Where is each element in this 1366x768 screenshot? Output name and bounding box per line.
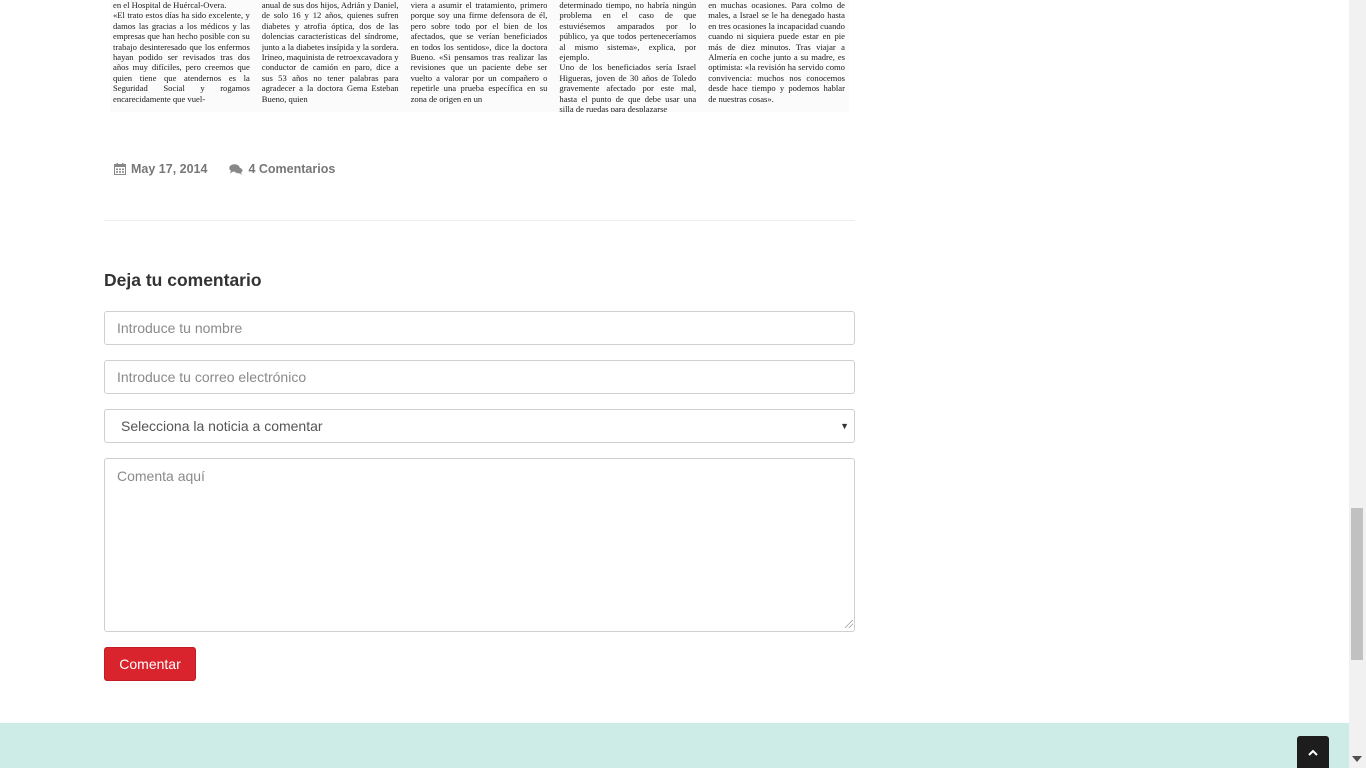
clipping-column: en muchas ocasiones. Para colmo de males…: [708, 0, 845, 104]
caret-down-icon: ▼: [840, 421, 849, 431]
divider: [104, 220, 855, 221]
clipping-column: viera a asumir el tratamiento, primero p…: [410, 0, 548, 104]
chevron-up-icon: [1308, 743, 1318, 761]
footer: [0, 723, 1349, 768]
back-to-top-button[interactable]: [1297, 736, 1329, 768]
clipping-column: anual de sus dos hijos, Adrián y Daniel,…: [261, 0, 399, 104]
news-select-value: Selecciona la noticia a comentar: [121, 418, 323, 434]
comment-textarea[interactable]: [104, 458, 855, 632]
comment-form-title: Deja tu comentario: [104, 270, 262, 290]
newspaper-clipping-image: en el Hospital de Huércal-Overa. «El tra…: [110, 0, 849, 112]
clipping-column: en el Hospital de Huércal-Overa. «El tra…: [113, 0, 250, 104]
news-select[interactable]: Selecciona la noticia a comentar ▼: [104, 409, 855, 443]
email-input[interactable]: [104, 360, 855, 394]
comments-link[interactable]: 4 Comentarios: [229, 162, 335, 176]
comments-icon: [229, 163, 243, 175]
post-date: May 17, 2014: [114, 162, 207, 176]
textarea-resize-handle[interactable]: [845, 620, 853, 628]
post-meta: May 17, 2014 4 Comentarios: [114, 162, 335, 176]
scrollbar-thumb[interactable]: [1351, 508, 1363, 660]
calendar-icon: [114, 163, 126, 175]
post-date-text: May 17, 2014: [131, 162, 208, 176]
submit-comment-button[interactable]: Comentar: [104, 647, 196, 681]
scroll-down-arrow-icon[interactable]: [1352, 756, 1362, 762]
comments-count-text[interactable]: 4 Comentarios: [248, 162, 335, 176]
clipping-column: determinado tiempo, no habría ningún pro…: [559, 0, 697, 112]
name-input[interactable]: [104, 311, 855, 345]
